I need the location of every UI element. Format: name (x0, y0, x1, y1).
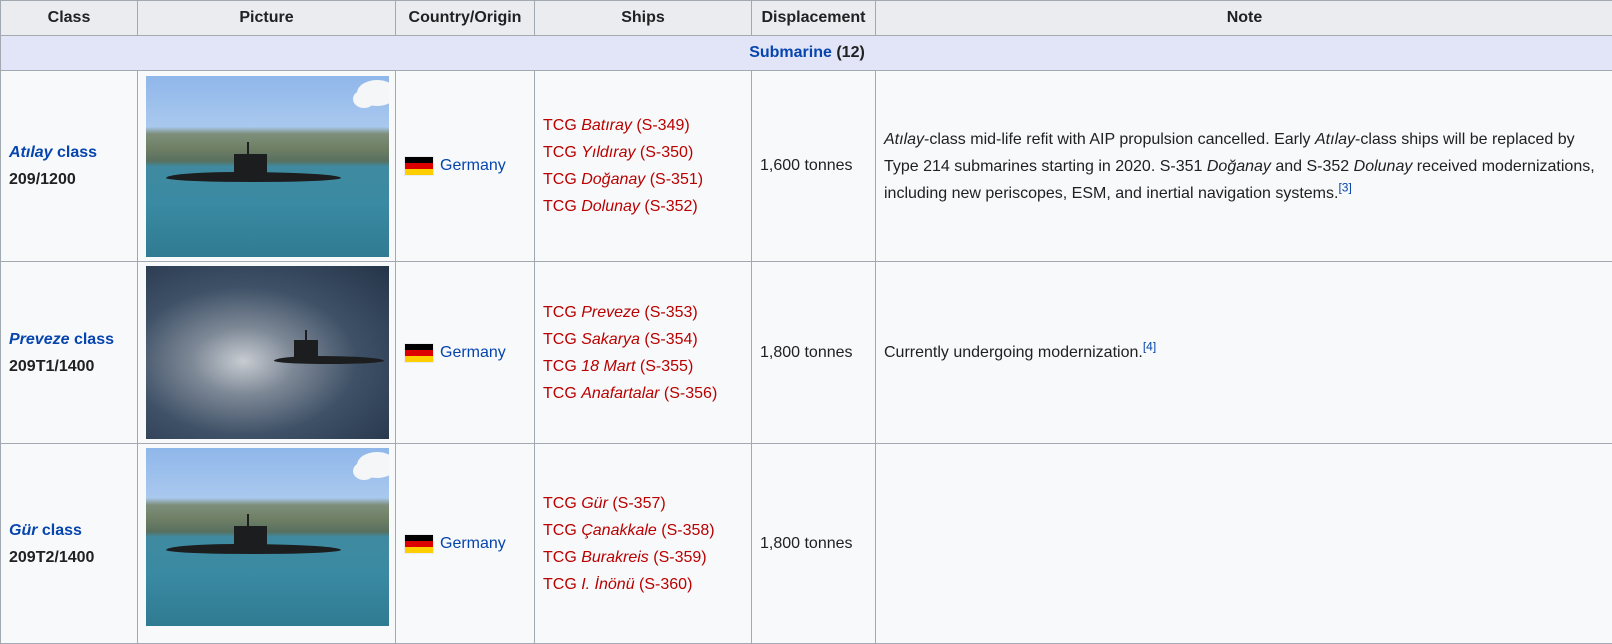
country-link[interactable]: Germany (440, 344, 506, 361)
picture-cell (138, 444, 396, 644)
country-cell: Germany (396, 71, 535, 262)
class-cell: Atılay class 209/1200 (1, 71, 138, 262)
class-cell: Gür class 209T2/1400 (1, 444, 138, 644)
displacement-cell: 1,800 tonnes (752, 444, 876, 644)
reference-link[interactable]: [4] (1143, 340, 1156, 354)
ship-link[interactable]: TCG Batıray (S-349) (543, 117, 690, 134)
section-count: (12) (836, 44, 864, 61)
table-row: Gür class 209T2/1400 Germany TCG Gür (S-… (1, 444, 1612, 644)
header-class[interactable]: Class (1, 1, 138, 36)
class-link[interactable]: Preveze class (9, 331, 114, 348)
note-cell: Currently undergoing modernization.[4] (876, 262, 1612, 444)
header-row: Class Picture Country/Origin Ships Displ… (1, 1, 1612, 36)
germany-flag-icon (404, 156, 434, 176)
reference-link[interactable]: [3] (1338, 180, 1351, 194)
ships-cell: TCG Batıray (S-349) TCG Yıldıray (S-350)… (535, 71, 752, 262)
header-ships[interactable]: Ships (535, 1, 752, 36)
note-cell: Atılay-class mid-life refit with AIP pro… (876, 71, 1612, 262)
table-row: Preveze class 209T1/1400 Germany TCG Pre… (1, 262, 1612, 444)
ship-link[interactable]: TCG Anafartalar (S-356) (543, 385, 717, 402)
displacement-cell: 1,800 tonnes (752, 262, 876, 444)
picture-cell (138, 262, 396, 444)
class-cell: Preveze class 209T1/1400 (1, 262, 138, 444)
ship-link[interactable]: TCG 18 Mart (S-355) (543, 358, 693, 375)
picture-cell (138, 71, 396, 262)
submarine-image[interactable] (146, 266, 389, 439)
ship-link[interactable]: TCG Gür (S-357) (543, 495, 666, 512)
class-type: 209T2/1400 (9, 544, 129, 571)
ships-cell: TCG Gür (S-357) TCG Çanakkale (S-358) TC… (535, 444, 752, 644)
ship-link[interactable]: TCG I. İnönü (S-360) (543, 576, 692, 593)
class-link[interactable]: Gür class (9, 522, 82, 539)
table-row: Atılay class 209/1200 Germany TCG Batıra… (1, 71, 1612, 262)
note-cell (876, 444, 1612, 644)
header-note[interactable]: Note (876, 1, 1612, 36)
submarine-link[interactable]: Submarine (749, 44, 832, 61)
ship-link[interactable]: TCG Yıldıray (S-350) (543, 144, 693, 161)
submarine-image[interactable] (146, 448, 389, 626)
class-type: 209/1200 (9, 166, 129, 193)
submarine-table: Class Picture Country/Origin Ships Displ… (0, 0, 1612, 644)
ship-link[interactable]: TCG Çanakkale (S-358) (543, 522, 715, 539)
submarine-image[interactable] (146, 76, 389, 257)
ship-link[interactable]: TCG Preveze (S-353) (543, 304, 698, 321)
ship-link[interactable]: TCG Doğanay (S-351) (543, 171, 703, 188)
header-displacement[interactable]: Displacement (752, 1, 876, 36)
ships-cell: TCG Preveze (S-353) TCG Sakarya (S-354) … (535, 262, 752, 444)
header-country[interactable]: Country/Origin (396, 1, 535, 36)
country-cell: Germany (396, 262, 535, 444)
germany-flag-icon (404, 534, 434, 554)
header-picture[interactable]: Picture (138, 1, 396, 36)
section-row: Submarine (12) (1, 36, 1612, 71)
ship-link[interactable]: TCG Burakreis (S-359) (543, 549, 707, 566)
class-type: 209T1/1400 (9, 353, 129, 380)
displacement-cell: 1,600 tonnes (752, 71, 876, 262)
germany-flag-icon (404, 343, 434, 363)
country-cell: Germany (396, 444, 535, 644)
country-link[interactable]: Germany (440, 535, 506, 552)
ship-link[interactable]: TCG Dolunay (S-352) (543, 198, 698, 215)
ship-link[interactable]: TCG Sakarya (S-354) (543, 331, 698, 348)
country-link[interactable]: Germany (440, 157, 506, 174)
section-heading: Submarine (12) (1, 36, 1612, 71)
class-link[interactable]: Atılay class (9, 144, 97, 161)
